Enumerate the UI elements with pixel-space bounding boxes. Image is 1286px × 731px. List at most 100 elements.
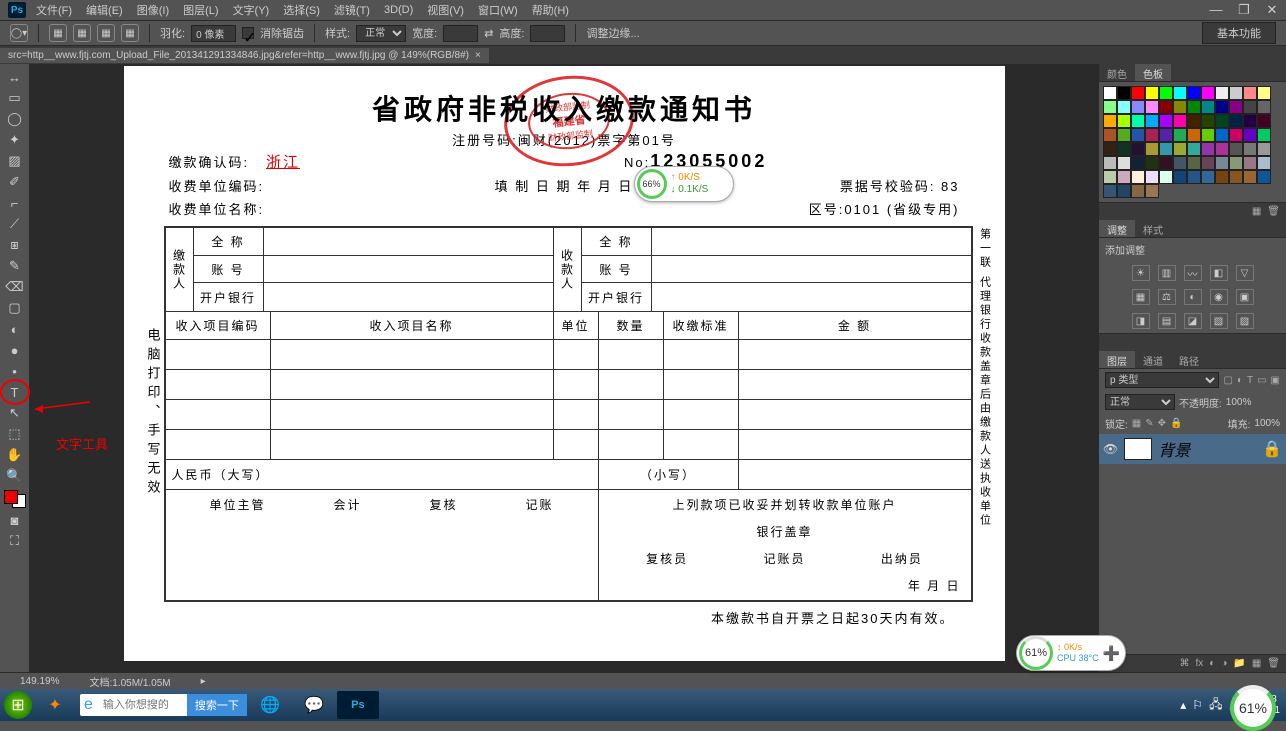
lock-trans-icon[interactable]: ▦ <box>1132 418 1141 429</box>
layer-background[interactable]: 👁 背景 🔒 <box>1099 434 1286 464</box>
start-button[interactable]: ⊞ <box>4 691 32 719</box>
swatch-cell[interactable] <box>1173 100 1187 114</box>
swatch-cell[interactable] <box>1229 114 1243 128</box>
swatch-cell[interactable] <box>1145 86 1159 100</box>
swatch-cell[interactable] <box>1145 100 1159 114</box>
swatch-cell[interactable] <box>1243 100 1257 114</box>
adj-thresh-icon[interactable]: ◪ <box>1184 313 1202 329</box>
swatch-cell[interactable] <box>1117 100 1131 114</box>
swatch-cell[interactable] <box>1117 86 1131 100</box>
document-tab[interactable]: src=http__www.fjtj.com_Upload_File_20134… <box>0 48 489 63</box>
swatch-cell[interactable] <box>1201 114 1215 128</box>
swatch-cell[interactable] <box>1117 156 1131 170</box>
swatch-cell[interactable] <box>1229 128 1243 142</box>
adj-photo-icon[interactable]: ◉ <box>1210 289 1228 305</box>
workspace-button[interactable]: 基本功能 <box>1202 22 1276 44</box>
swatch-cell[interactable] <box>1201 86 1215 100</box>
adj-exposure-icon[interactable]: ◧ <box>1210 265 1228 281</box>
swatch-cell[interactable] <box>1201 156 1215 170</box>
swatch-cell[interactable] <box>1103 100 1117 114</box>
eraser-tool[interactable]: ⌫ <box>4 278 26 296</box>
menu-help[interactable]: 帮助(H) <box>532 2 569 18</box>
swatch-cell[interactable] <box>1159 100 1173 114</box>
path-tool[interactable]: ↖ <box>4 404 26 422</box>
tray-up-icon[interactable]: ▴ <box>1180 698 1186 712</box>
adj-curves-icon[interactable]: 〰 <box>1184 265 1202 281</box>
sel-sub-icon[interactable]: ▦ <box>97 24 115 42</box>
swatch-cell[interactable] <box>1103 170 1117 184</box>
stamp-tool[interactable]: ⧆ <box>4 236 26 254</box>
swatch-cell[interactable] <box>1215 114 1229 128</box>
zoom-tool[interactable]: 🔍 <box>4 467 26 485</box>
history-tool[interactable]: ✎ <box>4 257 26 275</box>
color-panel-tab[interactable]: 颜色 <box>1099 64 1135 81</box>
filter-shape-icon[interactable]: ▭ <box>1257 375 1266 386</box>
blend-mode-select[interactable]: 正常 <box>1105 394 1175 410</box>
sel-new-icon[interactable]: ▦ <box>49 24 67 42</box>
swatch-cell[interactable] <box>1257 114 1271 128</box>
swatch-cell[interactable] <box>1117 142 1131 156</box>
adj-vibrance-icon[interactable]: ▽ <box>1236 265 1254 281</box>
swatches-grid[interactable] <box>1099 82 1286 202</box>
swatch-cell[interactable] <box>1173 128 1187 142</box>
swatch-cell[interactable] <box>1117 114 1131 128</box>
marquee-preset-icon[interactable]: ◯▾ <box>10 24 28 42</box>
move-tool[interactable]: ↔ <box>4 68 26 86</box>
lasso-tool[interactable]: ◯ <box>4 110 26 128</box>
gradient-tool[interactable]: ▢ <box>4 299 26 317</box>
swatch-cell[interactable] <box>1187 100 1201 114</box>
taskbar-app-chrome[interactable]: 🌐 <box>249 691 291 719</box>
hand-tool[interactable]: ✋ <box>4 446 26 464</box>
taskbar-app-360[interactable]: ✦ <box>34 691 76 719</box>
swatch-cell[interactable] <box>1145 184 1159 198</box>
swatch-cell[interactable] <box>1243 86 1257 100</box>
swatch-cell[interactable] <box>1131 86 1145 100</box>
swatch-cell[interactable] <box>1215 156 1229 170</box>
adj-hue-icon[interactable]: ▦ <box>1132 289 1150 305</box>
swatch-cell[interactable] <box>1103 128 1117 142</box>
crop-tool[interactable]: ▨ <box>4 152 26 170</box>
filter-adj-icon[interactable]: ◐ <box>1237 375 1243 386</box>
tray-action-icon[interactable]: ⚐ <box>1192 698 1203 712</box>
styles-panel-tab[interactable]: 样式 <box>1135 220 1171 237</box>
marquee-tool[interactable]: ▭ <box>4 89 26 107</box>
swatch-cell[interactable] <box>1229 86 1243 100</box>
menu-layer[interactable]: 图层(L) <box>183 2 218 18</box>
swatch-cell[interactable] <box>1159 156 1173 170</box>
screenmode-tool[interactable]: ⛶ <box>4 532 26 550</box>
swatch-cell[interactable] <box>1173 142 1187 156</box>
lock-paint-icon[interactable]: ✎ <box>1145 418 1153 429</box>
swatch-cell[interactable] <box>1257 142 1271 156</box>
channels-panel-tab[interactable]: 通道 <box>1135 351 1171 368</box>
expand-icon[interactable]: ➕ <box>1103 645 1120 662</box>
menu-edit[interactable]: 编辑(E) <box>86 2 123 18</box>
close-button[interactable]: ✕ <box>1264 2 1280 18</box>
swatch-cell[interactable] <box>1173 170 1187 184</box>
adj-mixer-icon[interactable]: ▣ <box>1236 289 1254 305</box>
shape-tool[interactable]: ⬚ <box>4 425 26 443</box>
swatch-cell[interactable] <box>1131 100 1145 114</box>
wand-tool[interactable]: ✦ <box>4 131 26 149</box>
swatch-cell[interactable] <box>1215 86 1229 100</box>
layers-panel-tab[interactable]: 图层 <box>1099 351 1135 368</box>
swatch-cell[interactable] <box>1159 170 1173 184</box>
pen-tool[interactable]: • <box>4 362 26 380</box>
fx-icon[interactable]: fx <box>1196 658 1204 669</box>
lock-pos-icon[interactable]: ✥ <box>1158 418 1166 429</box>
swatch-cell[interactable] <box>1257 86 1271 100</box>
adj-gradient-icon[interactable]: ▧ <box>1210 313 1228 329</box>
swatch-cell[interactable] <box>1117 170 1131 184</box>
swatch-cell[interactable] <box>1103 184 1117 198</box>
menu-3d[interactable]: 3D(D) <box>384 4 413 16</box>
tab-close-icon[interactable]: × <box>475 50 481 61</box>
adj-balance-icon[interactable]: ⚖ <box>1158 289 1176 305</box>
swatch-cell[interactable] <box>1173 156 1187 170</box>
sel-add-icon[interactable]: ▦ <box>73 24 91 42</box>
swatch-cell[interactable] <box>1229 156 1243 170</box>
visibility-icon[interactable]: 👁 <box>1103 442 1118 456</box>
swatch-cell[interactable] <box>1187 114 1201 128</box>
lock-all-icon[interactable]: 🔒 <box>1170 418 1182 429</box>
corner-monitor-widget[interactable]: 61% <box>1230 685 1276 731</box>
swatch-cell[interactable] <box>1215 170 1229 184</box>
layer-filter-select[interactable]: p 类型 <box>1105 372 1219 388</box>
